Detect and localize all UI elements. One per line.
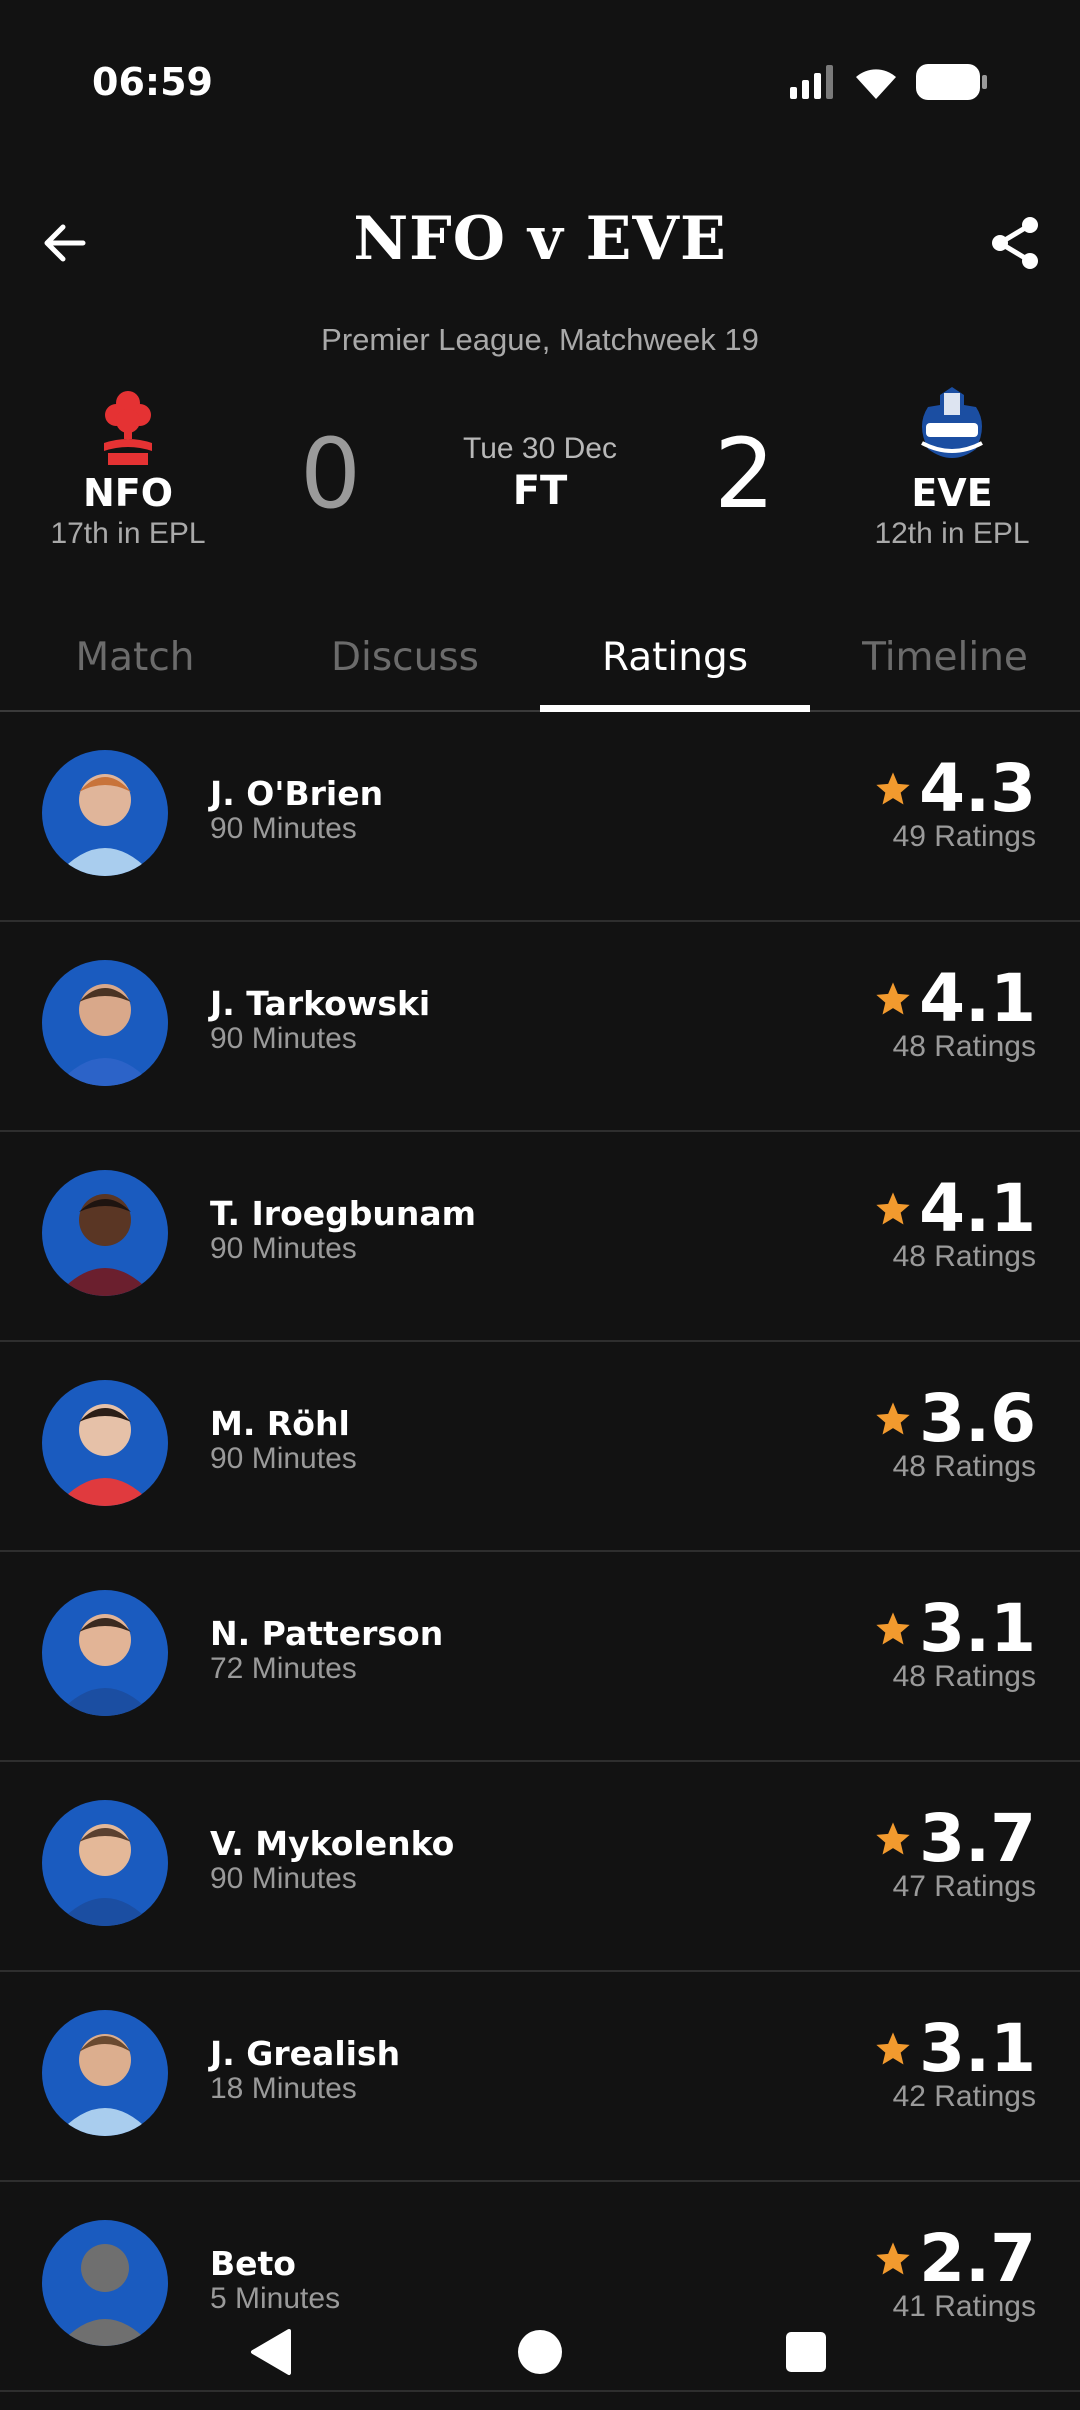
- rating-count: 48 Ratings: [892, 1240, 1036, 1273]
- player-minutes: 18 Minutes: [210, 2072, 357, 2105]
- rating-count: 47 Ratings: [892, 1870, 1036, 1903]
- player-name: J. Tarkowski: [210, 984, 431, 1023]
- home-team[interactable]: NFO 17th in EPL: [8, 385, 248, 551]
- square-recents-icon: [786, 2332, 826, 2372]
- rating: 3.1 42 Ratings: [873, 2014, 1036, 2114]
- rating: 4.1 48 Ratings: [873, 964, 1036, 1064]
- away-team[interactable]: EVE 12th in EPL: [832, 385, 1072, 551]
- player-minutes: 72 Minutes: [210, 1652, 357, 1685]
- avatar: [42, 2010, 168, 2136]
- rating: 3.6 48 Ratings: [873, 1384, 1036, 1484]
- player-minutes: 90 Minutes: [210, 1232, 357, 1265]
- home-team-position: 17th in EPL: [50, 517, 206, 550]
- star-icon: [876, 1822, 910, 1855]
- share-button[interactable]: [980, 208, 1050, 278]
- nav-home-button[interactable]: [510, 2322, 570, 2382]
- header: NFO v EVE: [0, 190, 1080, 290]
- match-status: FT: [512, 468, 568, 514]
- system-nav-bar: [0, 2300, 1080, 2410]
- player-row[interactable]: M. Röhl 90 Minutes 3.6 48 Ratings: [0, 1342, 1080, 1552]
- status-bar: 06:59: [0, 0, 1080, 170]
- match-meta: Tue 30 Dec FT: [430, 432, 650, 514]
- nav-back-button[interactable]: [240, 2322, 300, 2382]
- avatar: [42, 1170, 168, 1296]
- player-minutes: 90 Minutes: [210, 1442, 357, 1475]
- nav-recents-button[interactable]: [776, 2322, 836, 2382]
- player-row[interactable]: J. Tarkowski 90 Minutes 4.1 48 Ratings: [0, 922, 1080, 1132]
- tab-bar: Match Discuss Ratings Timeline: [0, 620, 1080, 712]
- triangle-back-icon: [251, 2329, 291, 2375]
- player-row[interactable]: N. Patterson 72 Minutes 3.1 48 Ratings: [0, 1552, 1080, 1762]
- player-minutes: 90 Minutes: [210, 1022, 357, 1055]
- rating-value: 4.1: [919, 960, 1036, 1037]
- wifi-icon: [856, 69, 896, 99]
- signal-icon: [790, 65, 833, 99]
- tab-timeline[interactable]: Timeline: [810, 620, 1080, 710]
- page-title: NFO v EVE: [353, 204, 727, 274]
- player-row[interactable]: T. Iroegbunam 90 Minutes 4.1 48 Ratings: [0, 1132, 1080, 1342]
- rating-count: 42 Ratings: [892, 2080, 1036, 2113]
- player-minutes: 90 Minutes: [210, 812, 357, 845]
- rating: 4.1 48 Ratings: [873, 1174, 1036, 1274]
- star-icon: [876, 982, 910, 1015]
- rating-value: 4.3: [919, 750, 1036, 827]
- player-row[interactable]: V. Mykolenko 90 Minutes 3.7 47 Ratings: [0, 1762, 1080, 1972]
- star-icon: [876, 1402, 910, 1435]
- rating-value: 2.7: [919, 2220, 1036, 2297]
- status-time: 06:59: [92, 60, 213, 104]
- rating: 3.7 47 Ratings: [873, 1804, 1036, 1904]
- star-icon: [876, 772, 910, 805]
- battery-icon: [916, 64, 987, 100]
- rating: 4.3 49 Ratings: [873, 754, 1036, 854]
- avatar: [42, 960, 168, 1086]
- player-row[interactable]: J. O'Brien 90 Minutes 4.3 49 Ratings: [0, 712, 1080, 922]
- away-score: 2: [714, 418, 776, 530]
- player-name: Beto: [210, 2244, 296, 2283]
- player-row[interactable]: J. Grealish 18 Minutes 3.1 42 Ratings: [0, 1972, 1080, 2182]
- player-ratings-list: J. O'Brien 90 Minutes 4.3 49 Ratings J. …: [0, 712, 1080, 2392]
- status-icons: [790, 64, 988, 100]
- share-icon: [992, 217, 1038, 269]
- player-name: J. O'Brien: [210, 774, 384, 813]
- rating-value: 3.6: [919, 1380, 1036, 1457]
- avatar: [42, 1800, 168, 1926]
- avatar: [42, 1380, 168, 1506]
- player-name: J. Grealish: [210, 2034, 401, 2073]
- match-date: Tue 30 Dec: [463, 432, 617, 465]
- star-icon: [876, 1612, 910, 1645]
- everton-crest-icon: [911, 385, 993, 467]
- avatar: [42, 750, 168, 876]
- rating-count: 48 Ratings: [892, 1030, 1036, 1063]
- tab-ratings[interactable]: Ratings: [540, 620, 810, 712]
- rating-value: 3.1: [919, 2010, 1036, 2087]
- tab-discuss[interactable]: Discuss: [270, 620, 540, 710]
- rating-count: 48 Ratings: [892, 1450, 1036, 1483]
- away-team-position: 12th in EPL: [874, 517, 1030, 550]
- rating: 3.1 48 Ratings: [873, 1594, 1036, 1694]
- star-icon: [876, 1192, 910, 1225]
- star-icon: [876, 2032, 910, 2065]
- avatar: [42, 1590, 168, 1716]
- away-team-abbr: EVE: [911, 471, 993, 515]
- player-name: V. Mykolenko: [210, 1824, 455, 1863]
- rating-count: 49 Ratings: [892, 820, 1036, 853]
- home-score: 0: [300, 418, 362, 530]
- rating-value: 4.1: [919, 1170, 1036, 1247]
- star-icon: [876, 2242, 910, 2275]
- circle-home-icon: [518, 2330, 562, 2374]
- rating-count: 48 Ratings: [892, 1660, 1036, 1693]
- competition-label: Premier League, Matchweek 19: [321, 322, 759, 357]
- player-name: M. Röhl: [210, 1404, 350, 1443]
- player-minutes: 90 Minutes: [210, 1862, 357, 1895]
- tab-match[interactable]: Match: [0, 620, 270, 710]
- player-name: N. Patterson: [210, 1614, 444, 1653]
- rating-value: 3.1: [919, 1590, 1036, 1667]
- player-name: T. Iroegbunam: [210, 1194, 477, 1233]
- rating-value: 3.7: [919, 1800, 1036, 1877]
- home-team-abbr: NFO: [82, 471, 174, 515]
- nottingham-forest-crest-icon: [87, 385, 169, 467]
